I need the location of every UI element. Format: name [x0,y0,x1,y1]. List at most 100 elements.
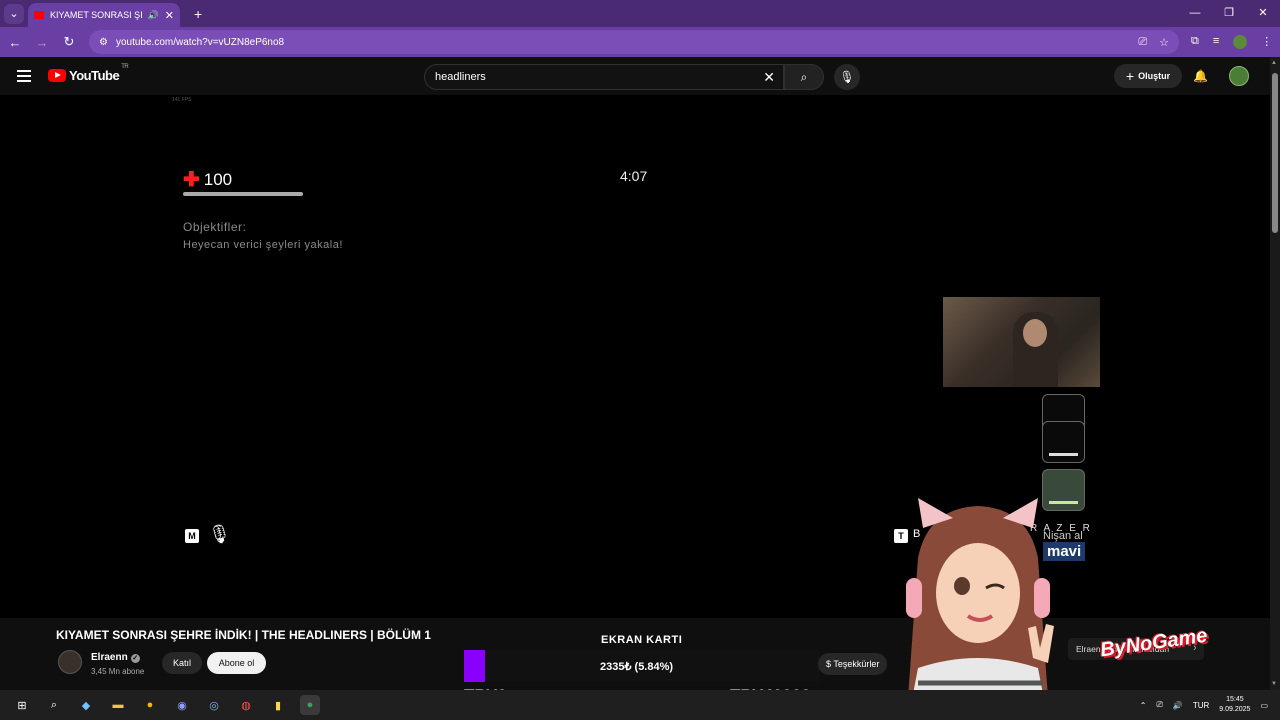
youtube-play-icon [48,69,66,82]
clock-time: 15:45 [1226,696,1244,703]
chrome-icon[interactable]: ● [140,695,160,715]
tab-title: KIYAMET SONRASI ŞEHRE İNDİK! | THE HEADL… [50,10,142,20]
tray-chevron-up-icon[interactable]: ⌃ [1140,701,1147,710]
avatar-headphone-right [1034,578,1050,618]
subscribe-button[interactable]: Abone ol [207,652,266,674]
browser-tab[interactable]: KIYAMET SONRASI ŞEHRE İNDİK! | THE HEADL… [28,3,180,27]
video-info: KIYAMET SONRASI ŞEHRE İNDİK! | THE HEADL… [0,618,1270,705]
back-icon[interactable]: ← [3,35,27,50]
editor-icon[interactable]: ▮ [268,695,288,715]
logo-text: YouTube [69,68,120,83]
account-avatar[interactable] [1229,66,1249,86]
search-button[interactable]: ⌕ [784,64,824,90]
youtube-favicon-icon [34,11,44,19]
reload-icon[interactable]: ↻ [57,34,81,50]
app-icon[interactable]: ◍ [236,695,256,715]
plus-icon: + [1125,68,1135,84]
address-bar-row: ← → ↻ ⚙ youtube.com/watch?v=vUZN8eP6no8 … [0,27,1280,57]
speaker-icon[interactable]: 🔊 [148,10,159,21]
window-controls: — ❐ ✕ [1178,0,1280,27]
system-tray: ⌃ ⎚ 🔊 TUR 15:45 9.09.2025 ▭ [1140,690,1280,720]
video-title: KIYAMET SONRASI ŞEHRE İNDİK! | THE HEADL… [56,628,431,642]
health-value: 100 [203,169,233,189]
install-app-icon[interactable]: ⎚ [1138,36,1147,49]
donation-amount: 2335₺ (5.84%) [600,661,674,673]
subscriber-count: 3,45 Mn abone [91,667,145,676]
discord-icon[interactable]: ◉ [172,695,192,715]
channel-name-text: Elraenn [91,652,128,663]
voice-search-button[interactable]: 🎙 [834,64,860,90]
profile-avatar-icon[interactable] [1233,35,1248,49]
taskbar-search-icon[interactable]: ⌕ [44,695,64,715]
donation-goal-title: EKRAN KARTI [601,634,683,646]
webcam-face [1023,319,1047,347]
streamer-avatar-overlay [906,498,1054,720]
video-player[interactable]: 141 FPS ✚ 100 Objektifler: Heyecan veric… [0,95,1270,618]
objectives-title: Objektifler: [183,220,247,234]
close-tab-icon[interactable]: ✕ [165,9,174,22]
network-icon[interactable]: ⎚ [1156,700,1162,710]
key-m-badge: M [185,529,199,543]
browser-tab-bar: ⌄ KIYAMET SONRASI ŞEHRE İNDİK! | THE HEA… [0,0,1280,27]
windows-taskbar: ⊞ ⌕ ◆ ▬ ● ◉ ◎ ◍ ▮ ● [0,690,1280,720]
notification-center-icon[interactable]: ▭ [1260,701,1268,710]
health-display: ✚ 100 [183,167,232,192]
scroll-up-icon[interactable]: ▲ [1271,60,1277,66]
scrollbar-thumb[interactable] [1272,73,1278,233]
clock-date: 9.09.2025 [1219,706,1251,713]
health-cross-icon: ✚ [183,169,200,191]
fps-counter: 141 FPS [172,97,192,103]
inventory-slot-2 [1042,421,1085,463]
donation-progress-fill [464,650,485,682]
thanks-button[interactable]: $ Teşekkürler [818,653,888,675]
game-timer: 4:07 [620,168,648,184]
youtube-header: YouTube TR headliners ✕ ⌕ 🎙 + Oluştur 🔔 [0,57,1280,95]
copilot-icon[interactable]: ◆ [76,695,96,715]
microphone-icon: 🎙 [839,70,855,84]
health-bar [183,192,303,196]
new-tab-icon[interactable]: + [194,6,202,22]
youtube-logo[interactable]: YouTube TR [48,64,129,83]
avatar-headphone-left [906,578,922,618]
objective-text: Heyecan verici şeyleri yakala! [183,239,343,251]
streamer-webcam [943,297,1100,387]
channel-avatar[interactable] [58,650,82,674]
channel-name[interactable]: Elraenn ✓ [91,652,140,663]
tab-search-icon[interactable]: ⌄ [4,3,24,24]
avatar-eye-left [954,577,970,595]
media-control-icon[interactable]: ≡ [1213,35,1219,49]
hamburger-menu-icon[interactable] [17,70,31,82]
search-input[interactable]: headliners ✕ [424,64,784,90]
thanks-label: Teşekkürler [833,659,880,669]
close-window-icon[interactable]: ✕ [1246,0,1280,27]
windows-start-icon[interactable]: ⊞ [12,695,32,715]
search-value: headliners [435,71,486,83]
verified-check-icon: ✓ [130,654,140,663]
extensions-icon[interactable]: ⧉ [1191,35,1199,49]
clock[interactable]: 15:45 9.09.2025 [1219,695,1250,715]
forward-icon[interactable]: → [30,35,54,50]
url-text: youtube.com/watch?v=vUZN8eP6no8 [115,36,285,48]
search-icon: ⌕ [800,70,808,84]
extensions-area: ⧉ ≡ ⋮ [1191,35,1272,49]
region-code: TR [121,64,129,70]
join-button[interactable]: Katıl [162,652,202,674]
create-button[interactable]: + Oluştur [1114,64,1182,88]
create-label: Oluştur [1138,71,1171,81]
site-info-icon[interactable]: ⚙ [99,37,108,48]
notifications-bell-icon[interactable]: 🔔 [1193,69,1208,83]
chrome-active-icon[interactable]: ● [300,695,320,715]
minimize-icon[interactable]: — [1178,0,1212,27]
restore-icon[interactable]: ❐ [1212,0,1246,27]
url-field[interactable]: ⚙ youtube.com/watch?v=vUZN8eP6no8 ⎚ ☆ [89,30,1179,54]
file-explorer-icon[interactable]: ▬ [108,695,128,715]
avatar-face [936,543,1020,643]
clear-search-icon[interactable]: ✕ [763,65,775,89]
scroll-down-icon[interactable]: ▼ [1271,681,1277,687]
keyboard-language[interactable]: TUR [1193,701,1209,710]
bookmark-star-icon[interactable]: ☆ [1159,36,1169,49]
browser-menu-icon[interactable]: ⋮ [1261,35,1272,49]
steam-icon[interactable]: ◎ [204,695,224,715]
page-scrollbar[interactable]: ▲ ▼ [1270,57,1280,690]
volume-icon[interactable]: 🔊 [1173,701,1183,710]
